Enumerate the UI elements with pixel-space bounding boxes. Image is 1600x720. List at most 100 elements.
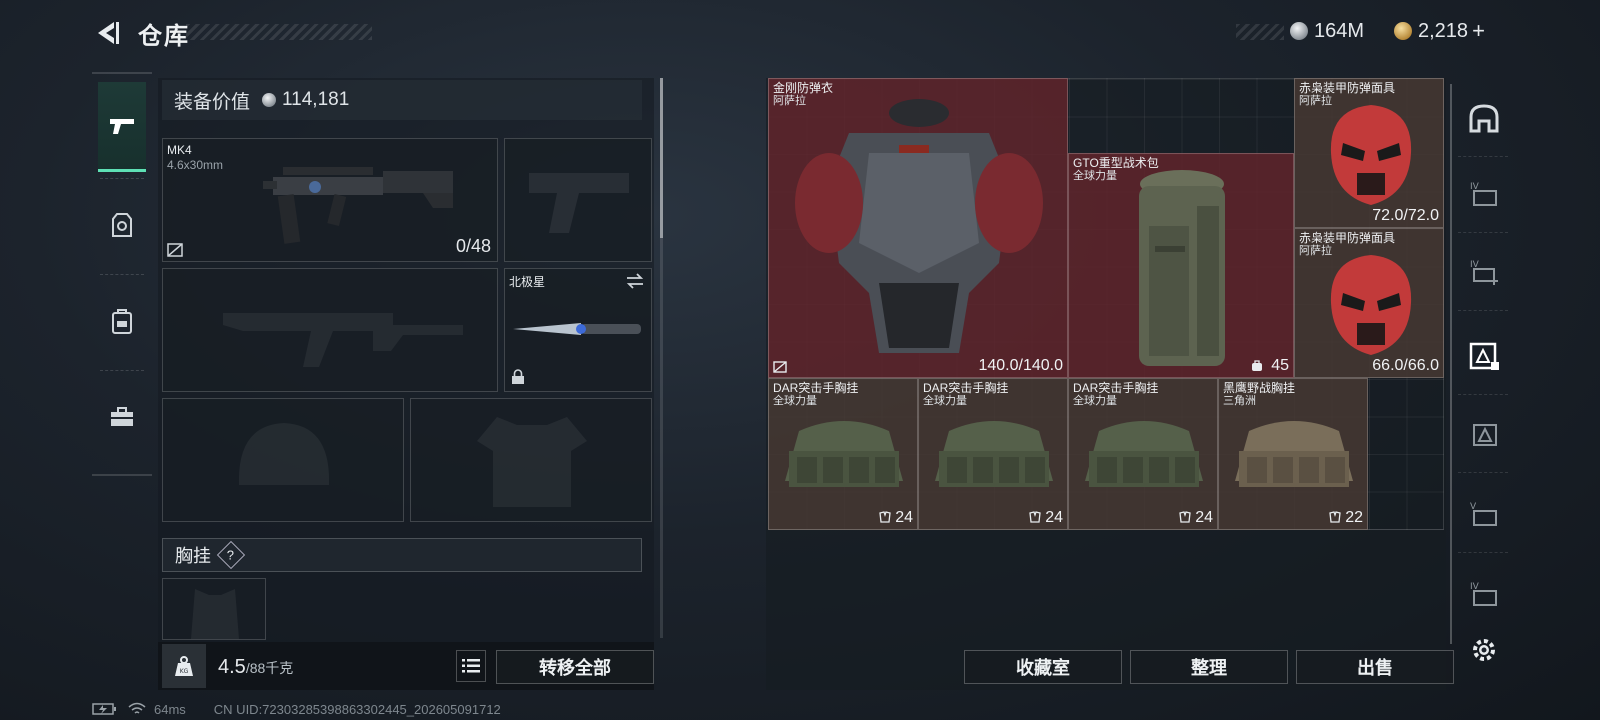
back-button[interactable] bbox=[92, 18, 122, 48]
settings-button[interactable] bbox=[1466, 632, 1502, 668]
collection-room-button[interactable]: 收藏室 bbox=[964, 650, 1122, 684]
stash-item-chest-rig-4[interactable]: 黑鹰野战胸挂 三角洲 22 bbox=[1218, 378, 1368, 530]
kg-weight-icon: KG bbox=[175, 656, 193, 676]
help-button[interactable]: ? bbox=[216, 540, 246, 570]
weight-current: 4.5 bbox=[218, 656, 246, 678]
swap-icon[interactable] bbox=[625, 273, 645, 289]
capacity-icon bbox=[879, 511, 891, 523]
stash-item-chest-rig-2[interactable]: DAR突击手胸挂 全球力量 24 bbox=[918, 378, 1068, 530]
item-durability: 72.0/72.0 bbox=[1372, 207, 1439, 224]
stash-item-body-armor[interactable]: 金刚防弹衣 阿萨拉 140.0/140.0 bbox=[768, 78, 1068, 378]
battery-icon bbox=[92, 703, 116, 715]
item-name: DAR突击手胸挂 bbox=[923, 381, 1009, 395]
no-insurance-icon bbox=[167, 243, 183, 257]
no-insurance-icon bbox=[773, 361, 787, 373]
capacity-icon bbox=[1179, 511, 1191, 523]
organize-button[interactable]: 整理 bbox=[1130, 650, 1288, 684]
capacity-icon bbox=[1252, 360, 1262, 371]
armor-stash-icon bbox=[1473, 424, 1497, 446]
pistol-icon bbox=[110, 118, 134, 134]
vest-silhouette-icon bbox=[477, 417, 587, 507]
item-name: DAR突击手胸挂 bbox=[773, 381, 859, 395]
help-icon: ? bbox=[227, 547, 235, 563]
item-faction: 三角洲 bbox=[1223, 395, 1256, 407]
chest-rig-image bbox=[1235, 421, 1353, 487]
stash-tab-armor-2[interactable] bbox=[1466, 416, 1502, 452]
item-capacity: 24 bbox=[895, 509, 913, 526]
tab-backpack[interactable] bbox=[98, 276, 146, 366]
chest-rig-slot[interactable] bbox=[162, 578, 266, 640]
weapon-name: MK4 bbox=[167, 143, 192, 157]
chest-rig-image bbox=[935, 421, 1053, 487]
pistol-slot[interactable] bbox=[504, 138, 652, 262]
stash-item-chest-rig-3[interactable]: DAR突击手胸挂 全球力量 24 bbox=[1068, 378, 1218, 530]
pistol-silhouette-icon bbox=[529, 173, 629, 233]
item-capacity: 22 bbox=[1345, 509, 1363, 526]
item-faction: 全球力量 bbox=[1073, 170, 1117, 182]
gold-currency-value: 2,218 bbox=[1418, 19, 1469, 42]
list-view-button[interactable] bbox=[456, 650, 486, 682]
item-capacity: 45 bbox=[1271, 357, 1289, 374]
silver-currency: 164M bbox=[1290, 18, 1364, 44]
item-capacity: 24 bbox=[1045, 509, 1063, 526]
sell-button[interactable]: 出售 bbox=[1296, 650, 1454, 684]
stash-item-mask-2[interactable]: 赤枭装甲防弹面具 阿萨拉 66.0/66.0 bbox=[1294, 228, 1444, 378]
body-armor-slot[interactable] bbox=[410, 398, 652, 522]
weight-value: 4.5/88千克 bbox=[218, 656, 293, 679]
equipment-value-bar: 装备价值 114,181 bbox=[162, 80, 642, 120]
back-arrow-icon bbox=[98, 22, 119, 44]
stash-item-backpack[interactable]: GTO重型战术包 全球力量 45 bbox=[1068, 153, 1294, 378]
weight-max: /88千克 bbox=[245, 660, 294, 676]
stash-level-icon: IV bbox=[1470, 582, 1497, 606]
vault-icon bbox=[1469, 104, 1499, 133]
category-tabs bbox=[92, 72, 152, 476]
page-title: 仓库 bbox=[138, 23, 190, 50]
user-uid: CN UID:72303285398863302445_202605091712 bbox=[213, 701, 501, 717]
gold-coin-icon bbox=[1394, 22, 1412, 40]
add-currency-button[interactable]: + bbox=[1472, 18, 1485, 44]
armor-icon bbox=[112, 213, 132, 237]
weight-icon-box: KG bbox=[162, 644, 206, 688]
lock-icon bbox=[512, 369, 524, 384]
capacity-icon bbox=[1329, 511, 1341, 523]
item-faction: 全球力量 bbox=[1073, 395, 1117, 407]
svg-text:KG: KG bbox=[180, 668, 189, 675]
stash-home-tab[interactable] bbox=[1466, 100, 1502, 136]
stash-tab-iv-1[interactable]: IV bbox=[1466, 176, 1502, 212]
stash-tab-v[interactable]: V bbox=[1466, 496, 1502, 532]
armor-stash-icon bbox=[1469, 342, 1499, 370]
equipment-scroll-thumb[interactable] bbox=[660, 78, 663, 238]
secondary-weapon-slot[interactable] bbox=[162, 268, 498, 392]
stash-tab-armor-active[interactable] bbox=[1466, 338, 1502, 374]
item-capacity: 24 bbox=[1195, 509, 1213, 526]
tab-weapon[interactable] bbox=[98, 82, 146, 172]
weapon-ammo: 0/48 bbox=[455, 236, 491, 256]
tab-toolbox[interactable] bbox=[98, 372, 146, 462]
item-durability: 140.0/140.0 bbox=[978, 357, 1063, 374]
silver-coin-icon bbox=[262, 93, 277, 107]
chest-rig-label: 胸挂 bbox=[175, 546, 211, 566]
gold-currency[interactable]: 2,218 + bbox=[1394, 18, 1485, 44]
equipment-value: 114,181 bbox=[282, 89, 350, 110]
red-mask-image bbox=[1330, 255, 1412, 355]
stash-item-mask-1[interactable]: 赤枭装甲防弹面具 阿萨拉 72.0/72.0 bbox=[1294, 78, 1444, 228]
red-mask-image bbox=[1330, 105, 1412, 205]
tab-armor[interactable] bbox=[98, 180, 146, 270]
chest-rig-image bbox=[1085, 421, 1203, 487]
capacity-icon bbox=[1029, 511, 1041, 523]
stash-tab-iv-2[interactable]: IV bbox=[1466, 576, 1502, 612]
chest-rig-silhouette-icon bbox=[191, 589, 239, 639]
transfer-all-button[interactable]: 转移全部 bbox=[496, 650, 654, 684]
stash-item-chest-rig-1[interactable]: DAR突击手胸挂 全球力量 24 bbox=[768, 378, 918, 530]
toolbox-icon bbox=[111, 407, 133, 426]
item-name: 黑鹰野战胸挂 bbox=[1223, 381, 1296, 395]
helmet-slot[interactable] bbox=[162, 398, 404, 522]
melee-slot[interactable]: 北极星 bbox=[504, 268, 652, 392]
stash-level-icon: IV bbox=[1470, 182, 1497, 206]
currency-decoration bbox=[1236, 24, 1284, 40]
stash-tab-add[interactable]: IV bbox=[1466, 254, 1502, 290]
backpack-icon bbox=[112, 309, 132, 334]
melee-name: 北极星 bbox=[509, 275, 546, 289]
item-durability: 66.0/66.0 bbox=[1372, 357, 1439, 374]
primary-weapon-slot[interactable]: MK4 4.6x30mm 0/48 bbox=[162, 138, 498, 262]
